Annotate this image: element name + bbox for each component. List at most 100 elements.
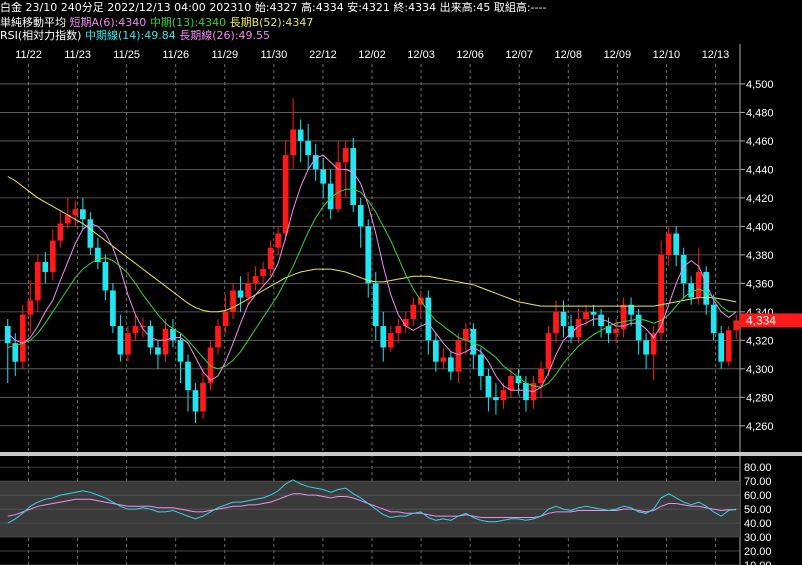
- price-tick-label: 4,380: [746, 250, 774, 262]
- candle-down: [643, 340, 649, 355]
- date-label: 11/23: [64, 49, 91, 61]
- price-tick-label: 4,440: [746, 164, 774, 176]
- price-tick-label: 4,360: [746, 278, 774, 290]
- date-label: 12/09: [604, 49, 632, 61]
- candle-up: [57, 223, 64, 241]
- candle-up: [342, 148, 349, 163]
- date-label: 12/02: [358, 49, 386, 61]
- candle-up: [500, 390, 507, 401]
- date-label: 12/06: [456, 49, 484, 61]
- candle-up: [72, 209, 79, 215]
- panel-divider: [0, 452, 802, 456]
- candle-up: [665, 233, 672, 255]
- price-tick-label: 4,260: [746, 421, 774, 433]
- rsi-tick-label: 40.00: [744, 518, 772, 530]
- candle-up: [222, 311, 229, 327]
- candle-up: [245, 283, 251, 298]
- candle-down: [470, 328, 477, 355]
- candle-down: [718, 333, 725, 362]
- candle-up: [290, 129, 296, 156]
- candle-down: [185, 361, 191, 391]
- candle-up: [733, 320, 740, 331]
- price-tick-label: 4,460: [746, 136, 774, 148]
- candle-down: [598, 314, 604, 327]
- candle-down: [485, 375, 492, 398]
- rsi-tick-label: 30.00: [744, 532, 772, 544]
- date-label: 11/22: [15, 49, 42, 61]
- candle-down: [192, 390, 199, 412]
- candle-up: [34, 261, 41, 301]
- rsi-tick-label: 50.00: [744, 504, 772, 516]
- date-label: 22/12: [309, 49, 337, 61]
- date-label: 12/10: [653, 49, 681, 61]
- candle-down: [365, 226, 372, 284]
- candle-down: [372, 283, 379, 327]
- candle-down: [42, 261, 49, 272]
- candle-down: [357, 205, 364, 227]
- price-tick-label: 4,280: [746, 392, 774, 404]
- date-label: 12/13: [702, 49, 730, 61]
- candle-down: [117, 326, 124, 355]
- candle-down: [432, 340, 439, 362]
- candle-up: [463, 328, 469, 341]
- candle-down: [448, 357, 454, 372]
- date-label: 12/08: [555, 49, 583, 61]
- date-label: 11/30: [261, 49, 288, 61]
- candle-up: [553, 311, 559, 334]
- candle-up: [650, 333, 657, 355]
- date-label: 12/03: [407, 49, 435, 61]
- price-tick-label: 4,420: [746, 193, 774, 205]
- candle-up: [19, 314, 26, 362]
- price-tick-label: 4,300: [746, 364, 774, 376]
- date-label: 12/07: [505, 49, 533, 61]
- candle-up: [132, 326, 139, 334]
- candle-up: [725, 330, 732, 362]
- current-price-label: 4,334: [746, 313, 776, 327]
- candle-up: [275, 233, 281, 248]
- candle-down: [523, 383, 529, 401]
- candle-down: [478, 354, 484, 376]
- candle-up: [613, 328, 619, 334]
- candle-down: [155, 347, 161, 355]
- candle-down: [110, 290, 116, 327]
- candle-up: [125, 333, 131, 355]
- candle-up: [455, 340, 462, 372]
- candle-up: [410, 304, 417, 319]
- rsi-tick-label: 20.00: [744, 546, 772, 558]
- candle-down: [237, 290, 244, 298]
- candle-up: [260, 269, 266, 277]
- candle-down: [177, 340, 184, 362]
- candle-up: [508, 375, 514, 391]
- candle-up: [267, 247, 274, 270]
- date-label: 11/29: [211, 49, 238, 61]
- candle-up: [538, 368, 544, 384]
- candle-down: [305, 140, 312, 156]
- candle-up: [545, 333, 552, 369]
- candle-up: [49, 240, 56, 272]
- candle-up: [695, 271, 702, 298]
- candle-down: [680, 254, 687, 284]
- candle-up: [583, 311, 589, 319]
- candle-down: [350, 148, 357, 206]
- candle-down: [147, 326, 154, 348]
- candle-down: [688, 283, 695, 298]
- candle-down: [297, 129, 304, 141]
- candle-up: [252, 276, 259, 284]
- candle-down: [380, 326, 387, 348]
- price-chart-canvas[interactable]: 4,2604,2804,3004,3204,3404,3604,3804,400…: [0, 0, 802, 565]
- candle-down: [320, 169, 327, 184]
- candle-up: [395, 326, 402, 334]
- date-label: 11/26: [162, 49, 189, 61]
- candle-up: [282, 155, 289, 234]
- price-tick-label: 4,400: [746, 221, 774, 233]
- price-tick-label: 4,480: [746, 107, 774, 119]
- candle-up: [162, 328, 169, 355]
- candle-up: [440, 357, 447, 362]
- candle-down: [102, 261, 109, 291]
- candle-up: [27, 300, 34, 315]
- date-label: 11/25: [113, 49, 140, 61]
- candle-down: [710, 304, 717, 334]
- candle-down: [673, 233, 680, 255]
- candle-down: [590, 311, 597, 315]
- candle-down: [425, 297, 432, 341]
